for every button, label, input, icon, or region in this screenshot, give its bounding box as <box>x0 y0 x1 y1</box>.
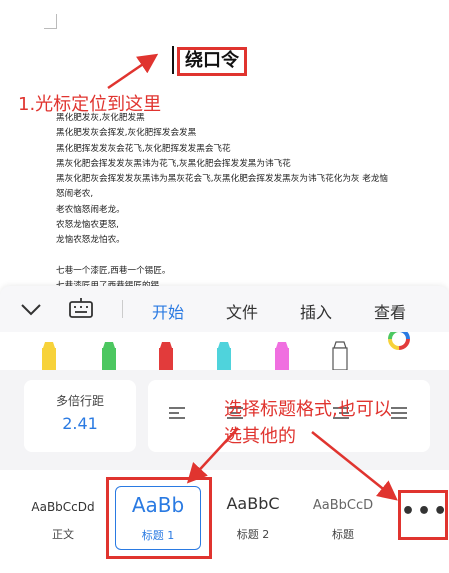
more-styles-button[interactable]: ••• <box>398 490 448 540</box>
poem-line: 怒闹老农, <box>56 189 94 200</box>
poem-line: 黑化肥挥发发灰会花飞,灰化肥挥发发黑会飞花 <box>56 143 231 154</box>
align-justify-icon[interactable] <box>390 406 408 422</box>
paragraph-styles-row: AaBbCcDd 正文 AaBb 标题 1 AaBbC 标题 2 AaBbCcD… <box>0 470 449 573</box>
poem-line: 黑化肥发灰,灰化肥发黑 <box>56 113 145 123</box>
page-corner-mark <box>44 14 57 29</box>
highlighter-yellow-icon[interactable] <box>40 340 58 370</box>
poem-line: 黑灰化肥灰会挥发发灰黑讳为黑灰花会飞,灰黑化肥会挥发发黑灰为讳飞花化为灰 老龙恼 <box>56 174 389 185</box>
style-sample: AaBbC <box>226 494 280 513</box>
style-sample: AaBbCcDd <box>31 500 95 514</box>
highlighter-row <box>0 332 449 370</box>
color-wheel-icon[interactable] <box>386 332 412 352</box>
line-spacing-value: 2.41 <box>62 414 98 433</box>
style-name: 正文 <box>52 528 74 541</box>
chevron-down-icon[interactable] <box>18 296 44 322</box>
style-heading-3[interactable]: AaBbCcD 标题 <box>303 486 383 548</box>
poem-line: 黑化肥发灰会挥发,灰化肥挥发会发黑 <box>56 128 197 139</box>
style-normal[interactable]: AaBbCcDd 正文 <box>20 486 106 548</box>
style-name: 标题 <box>332 528 354 541</box>
align-left-icon[interactable] <box>168 406 186 422</box>
document-title[interactable]: 绕口令 <box>177 47 247 76</box>
document-page[interactable]: 绕口令 1.光标定位到这里 黑化肥发灰,灰化肥发黑 黑化肥发灰会挥发,灰化肥挥发… <box>0 0 449 290</box>
highlighter-red-icon[interactable] <box>157 340 175 370</box>
line-spacing-label: 多倍行距 <box>55 394 104 408</box>
tab-view[interactable]: 查看 <box>374 299 406 323</box>
annotation-highlight-box <box>106 477 212 559</box>
tab-file[interactable]: 文件 <box>226 299 258 323</box>
poem-line: 龙恼农怒龙怕农。 <box>56 235 125 246</box>
poem-line: 黑灰化肥会挥发发灰黑讳为花飞,灰黑化肥会挥发发黑为讳飞花 <box>56 158 291 169</box>
edit-toolbar-panel: 开始 文件 插入 查看 多倍行距 2.41 选择标题格式,也可以 选其他的 Aa… <box>0 286 449 573</box>
annotation-step2-line2: 选其他的 <box>224 426 296 447</box>
poem-line: 老农恼怒闹老龙。 <box>56 204 125 215</box>
annotation-step2-line1: 选择标题格式,也可以 <box>224 399 392 420</box>
toolbar-tab-bar: 开始 文件 插入 查看 <box>0 286 449 332</box>
highlighter-pink-icon[interactable] <box>273 340 291 370</box>
tab-insert[interactable]: 插入 <box>300 299 332 323</box>
line-spacing-button[interactable]: 多倍行距 2.41 <box>24 380 136 452</box>
style-name: 标题 2 <box>236 528 270 541</box>
tab-start[interactable]: 开始 <box>152 299 184 323</box>
tab-separator <box>122 300 123 318</box>
poem-line <box>56 249 388 264</box>
more-icon: ••• <box>401 499 449 524</box>
highlighter-green-icon[interactable] <box>100 340 118 370</box>
style-sample: AaBbCcD <box>312 498 374 513</box>
highlighter-cyan-icon[interactable] <box>215 340 233 370</box>
text-cursor <box>172 46 174 74</box>
annotation-step2: 选择标题格式,也可以 选其他的 <box>224 396 392 450</box>
keyboard-icon[interactable] <box>68 297 94 321</box>
style-heading-2[interactable]: AaBbC 标题 2 <box>210 486 296 548</box>
poem-body[interactable]: 黑化肥发灰,灰化肥发黑 黑化肥发灰会挥发,灰化肥挥发会发黑 黑化肥挥发发灰会花飞… <box>56 111 388 290</box>
poem-line: 农怒龙恼农更怒, <box>56 220 119 231</box>
highlighter-none-icon[interactable] <box>331 340 349 370</box>
poem-line: 七巷一个漆匠,西巷一个锡匠。 <box>56 265 171 276</box>
